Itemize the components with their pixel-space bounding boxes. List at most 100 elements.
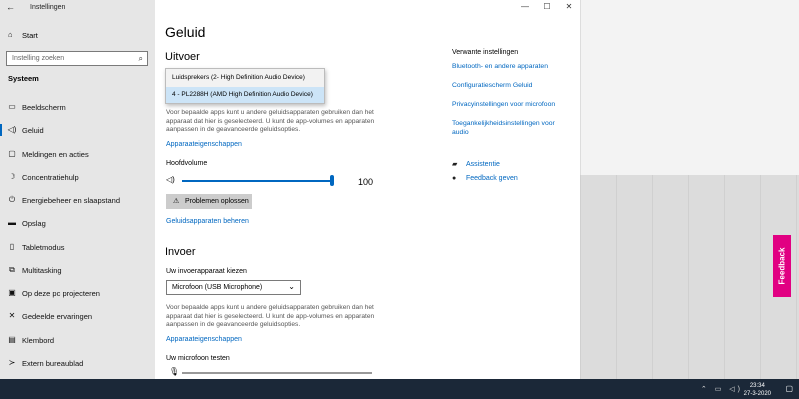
related-link-bluetooth[interactable]: Bluetooth- en andere apparaten (452, 62, 572, 71)
volume-slider-thumb[interactable] (330, 175, 334, 186)
mic-level-meter (182, 372, 372, 374)
sidebar-item-label: Tabletmodus (22, 243, 65, 252)
clock-time: 23:34 (749, 383, 765, 389)
storage-icon: ▬ (8, 218, 16, 227)
sidebar-item-concentratiehulp[interactable]: ☽ Concentratiehulp (0, 167, 155, 187)
window-controls: — ☐ ✕ (514, 0, 580, 14)
sidebar-item-label: Op deze pc projecteren (22, 289, 100, 298)
speaker-volume-icon: ◁) (166, 175, 175, 184)
sidebar-item-label: Extern bureaublad (22, 359, 84, 368)
sidebar-item-energiebeheer[interactable]: ⏻ Energiebeheer en slaapstand (0, 190, 155, 210)
minimize-button[interactable]: — (514, 0, 536, 14)
troubleshoot-label: Problemen oplossen (185, 198, 249, 205)
troubleshoot-button[interactable]: ⚠ Problemen oplossen (166, 194, 252, 209)
sidebar-item-label: Geluid (22, 126, 44, 135)
sidebar-item-tabletmodus[interactable]: ▯ Tabletmodus (0, 237, 155, 257)
desktop-background (580, 0, 799, 379)
sidebar-item-label: Meldingen en acties (22, 150, 89, 159)
settings-sidebar: ← Instellingen ⌂ Start Instelling zoeken… (0, 0, 155, 379)
volume-value: 100 (358, 177, 374, 187)
help-assistentie[interactable]: ▰ Assistentie (452, 160, 500, 168)
home-label: Start (22, 31, 38, 40)
related-settings-title: Verwante instellingen (452, 49, 519, 56)
sidebar-item-projecteren[interactable]: ▣ Op deze pc projecteren (0, 283, 155, 303)
related-link-accessibility[interactable]: Toegankelijkheidsinstellingen voor audio (452, 119, 572, 137)
input-properties-link[interactable]: Apparaateigenschappen (166, 336, 242, 343)
feedback-tab[interactable]: Feedback (773, 235, 791, 297)
shared-icon: ✕ (8, 311, 16, 320)
volume-slider-track[interactable] (182, 180, 332, 182)
chevron-down-icon: ⌄ (288, 282, 295, 291)
clock[interactable]: 23:34 27-3-2020 (744, 382, 771, 398)
help-icon: ▰ (452, 161, 458, 168)
sidebar-item-label: Beeldscherm (22, 103, 66, 112)
taskbar: ⌃ ▭ ◁) 23:34 27-3-2020 ▢ (0, 379, 799, 399)
clock-date: 27-3-2020 (743, 391, 771, 397)
home-nav-item[interactable]: ⌂ Start (0, 27, 155, 43)
sidebar-item-label: Multitasking (22, 266, 62, 275)
sound-settings-page: — ☐ ✕ Geluid Uitvoer Luidsprekers (2- High… (155, 0, 580, 379)
output-device-dropdown[interactable]: Luidsprekers (2- High Definition Audio D… (165, 68, 325, 104)
title-bar: ← Instellingen (0, 0, 155, 16)
home-icon: ⌂ (8, 30, 13, 39)
sidebar-item-label: Gedeelde ervaringen (22, 312, 93, 321)
sidebar-item-geluid[interactable]: ◁) Geluid (0, 120, 155, 140)
monitor-icon: ▭ (8, 102, 16, 111)
speaker-icon: ◁) (7, 125, 17, 134)
output-properties-link[interactable]: Apparaateigenschappen (166, 141, 242, 148)
sidebar-item-gedeelde-ervaringen[interactable]: ✕ Gedeelde ervaringen (0, 306, 155, 326)
input-heading: Invoer (165, 246, 196, 258)
related-link-control-panel[interactable]: Configuratiescherm Geluid (452, 81, 572, 90)
search-placeholder: Instelling zoeken (12, 55, 65, 62)
remote-icon: ≻ (8, 358, 16, 367)
dropdown-option[interactable]: Luidsprekers (2- High Definition Audio D… (166, 70, 324, 86)
input-device-label: Uw invoerapparaat kiezen (166, 268, 247, 275)
feedback-person-icon: ● (452, 175, 457, 182)
project-icon: ▣ (8, 288, 16, 297)
sidebar-item-label: Concentratiehulp (22, 173, 79, 182)
microphone-icon: 🎙 (169, 367, 180, 376)
clipboard-icon: ▤ (8, 335, 16, 344)
tablet-icon: ▯ (9, 242, 15, 251)
input-device-select[interactable]: Microfoon (USB Microphone) ⌄ (166, 280, 301, 295)
sidebar-item-label: Klembord (22, 336, 55, 345)
help-feedback[interactable]: ● Feedback geven (452, 175, 518, 182)
back-button[interactable]: ← (6, 2, 15, 12)
notification-icon: ▢ (8, 149, 16, 158)
help-label: Assistentie (466, 161, 500, 168)
output-heading: Uitvoer (165, 51, 200, 63)
help-label: Feedback geven (466, 175, 518, 182)
search-input[interactable]: Instelling zoeken ⌕ (6, 51, 148, 66)
desktop-upper (580, 0, 799, 175)
close-button[interactable]: ✕ (558, 0, 580, 14)
notification-center-icon[interactable]: ▢ (785, 384, 793, 393)
sidebar-item-klembord[interactable]: ▤ Klembord (0, 330, 155, 350)
sidebar-item-opslag[interactable]: ▬ Opslag (0, 213, 155, 233)
related-link-microphone-privacy[interactable]: Privacyinstellingen voor microfoon (452, 100, 572, 109)
manage-devices-link[interactable]: Geluidsapparaten beheren (166, 218, 249, 225)
wallpaper-image (580, 175, 799, 379)
search-icon: ⌕ (138, 54, 143, 63)
multitasking-icon: ⧉ (9, 265, 15, 274)
sidebar-item-label: Energiebeheer en slaapstand (22, 196, 120, 205)
sidebar-item-multitasking[interactable]: ⧉ Multitasking (0, 260, 155, 280)
sidebar-item-extern-bureaublad[interactable]: ≻ Extern bureaublad (0, 353, 155, 373)
page-title: Geluid (165, 24, 206, 40)
warning-icon: ⚠ (173, 198, 180, 205)
volume-label: Hoofdvolume (166, 160, 208, 167)
input-device-value: Microfoon (USB Microphone) (172, 284, 263, 291)
input-description: Voor bepaalde apps kunt u andere geluids… (166, 304, 375, 328)
mic-test-label: Uw microfoon testen (166, 355, 230, 362)
maximize-button[interactable]: ☐ (536, 0, 558, 14)
sidebar-item-beeldscherm[interactable]: ▭ Beeldscherm (0, 97, 155, 117)
app-title: Instellingen (30, 4, 66, 11)
moon-icon: ☽ (8, 172, 16, 181)
dropdown-option-selected[interactable]: 4 - PL2288H (AMD High Definition Audio D… (166, 87, 324, 103)
output-description: Voor bepaalde apps kunt u andere geluids… (166, 109, 375, 133)
sidebar-item-meldingen[interactable]: ▢ Meldingen en acties (0, 144, 155, 164)
power-icon: ⏻ (8, 195, 16, 204)
feedback-tab-label: Feedback (777, 247, 787, 285)
sidebar-item-label: Opslag (22, 219, 46, 228)
section-title: Systeem (8, 74, 39, 83)
system-tray-icons[interactable]: ⌃ ▭ ◁) (701, 385, 743, 393)
